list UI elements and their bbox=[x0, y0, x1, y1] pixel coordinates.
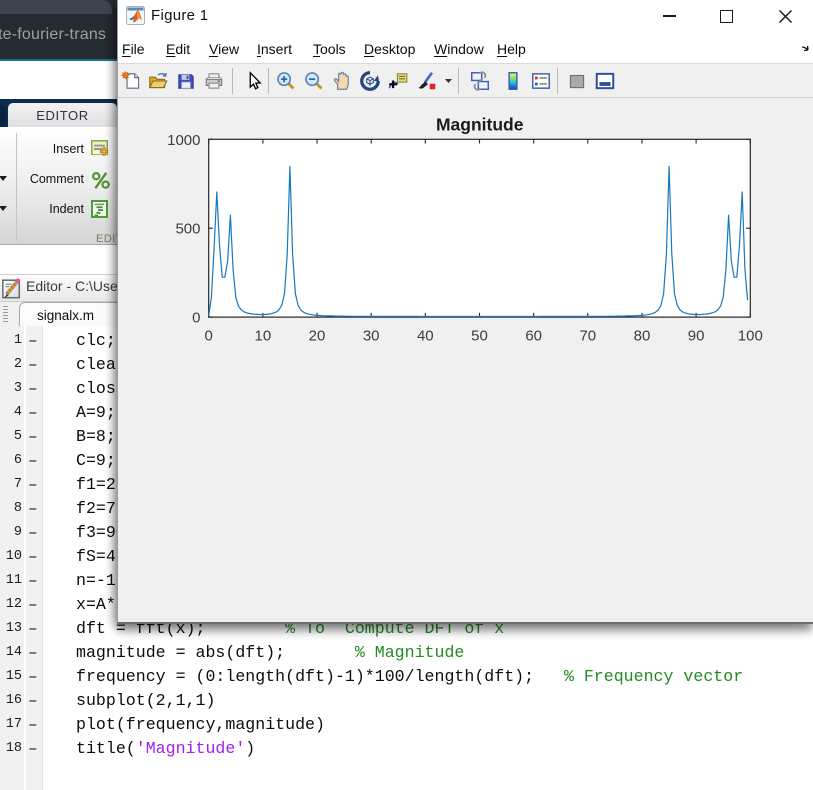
svg-text:10: 10 bbox=[255, 328, 272, 345]
svg-text:0: 0 bbox=[192, 310, 200, 327]
svg-text:60: 60 bbox=[525, 328, 542, 345]
svg-text:30: 30 bbox=[363, 328, 380, 345]
svg-text:80: 80 bbox=[634, 328, 651, 345]
svg-text:1000: 1000 bbox=[167, 132, 200, 149]
svg-text:100: 100 bbox=[738, 328, 763, 345]
svg-text:500: 500 bbox=[175, 221, 200, 238]
svg-text:50: 50 bbox=[471, 328, 488, 345]
svg-text:90: 90 bbox=[688, 328, 705, 345]
svg-text:20: 20 bbox=[309, 328, 326, 345]
svg-text:0: 0 bbox=[205, 328, 213, 345]
svg-text:40: 40 bbox=[417, 328, 434, 345]
svg-text:Magnitude: Magnitude bbox=[436, 115, 524, 135]
svg-text:70: 70 bbox=[579, 328, 596, 345]
